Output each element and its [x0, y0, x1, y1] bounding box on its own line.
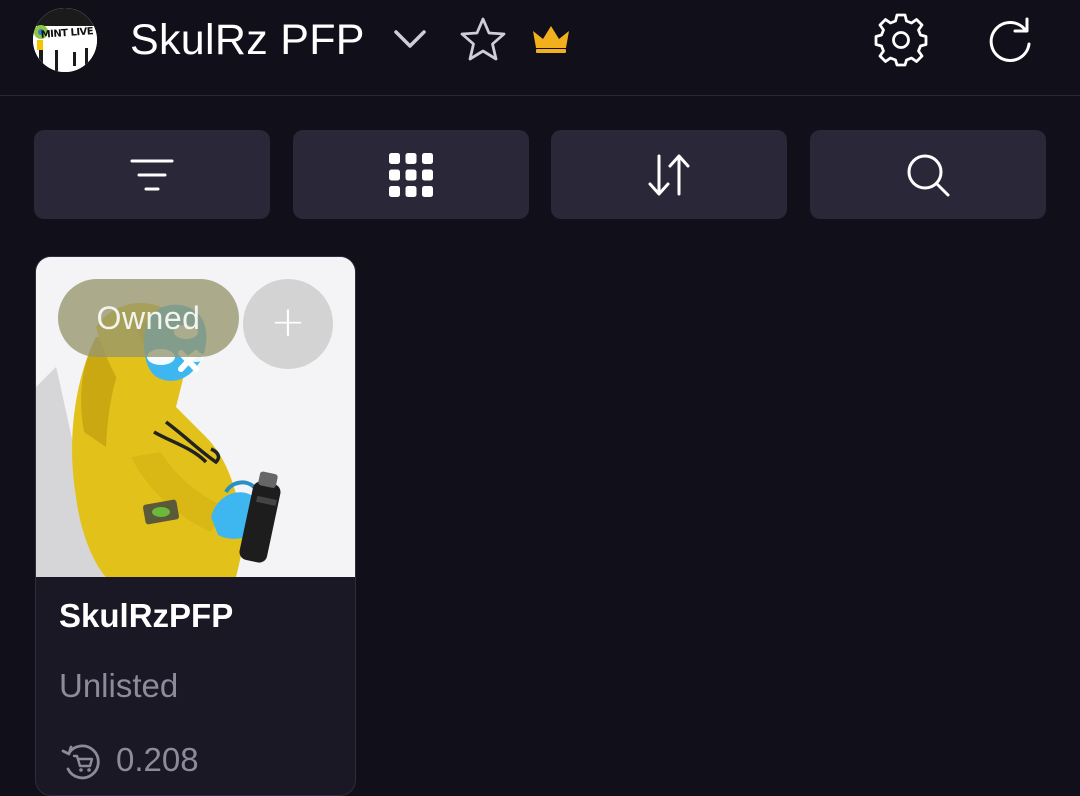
search-icon	[907, 154, 950, 196]
refresh-icon[interactable]	[982, 12, 1038, 68]
chevron-down-icon[interactable]	[391, 22, 429, 56]
collection-title[interactable]: SkulRz PFP	[130, 14, 365, 66]
sort-button[interactable]	[551, 130, 787, 219]
nft-card[interactable]: Owned + SkulRzPFP Unlisted 0.208	[35, 256, 356, 796]
plus-icon: +	[270, 297, 306, 346]
cart-refresh-icon	[61, 744, 100, 780]
nft-image[interactable]: Owned +	[36, 257, 355, 577]
filter-icon	[130, 159, 174, 190]
owned-badge: Owned	[58, 279, 239, 357]
nft-name: SkulRzPFP	[59, 597, 234, 634]
star-icon[interactable]	[459, 16, 507, 62]
gear-icon[interactable]	[873, 12, 929, 68]
header-bar: MINT LIVE SkulRz PFP	[0, 0, 1080, 96]
listing-status: Unlisted	[59, 667, 179, 704]
crown-icon[interactable]	[530, 22, 572, 56]
collection-avatar[interactable]: MINT LIVE	[33, 8, 97, 72]
filter-button[interactable]	[34, 130, 270, 219]
grid-view-button[interactable]	[293, 130, 529, 219]
sort-icon	[648, 154, 690, 195]
nft-price: 0.208	[116, 741, 199, 778]
search-button[interactable]	[810, 130, 1046, 219]
add-button[interactable]: +	[243, 279, 333, 369]
grid-icon	[389, 152, 433, 197]
